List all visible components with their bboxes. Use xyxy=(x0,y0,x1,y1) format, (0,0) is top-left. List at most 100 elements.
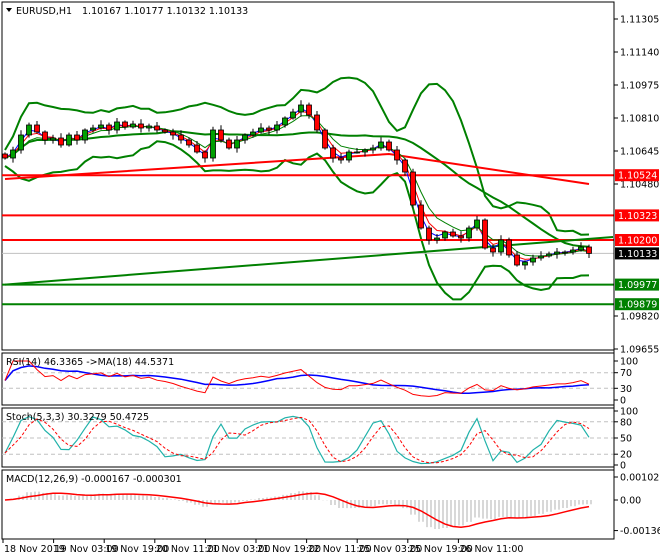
candle xyxy=(146,125,152,129)
level-price-label: 1.10524 xyxy=(618,171,657,182)
candle xyxy=(10,149,16,159)
stochastic-axis-label: 50 xyxy=(620,434,632,445)
price-axis-label: 1.11140 xyxy=(620,48,659,59)
candle xyxy=(202,151,208,159)
candle xyxy=(218,129,224,141)
candle xyxy=(90,127,96,131)
candle xyxy=(234,139,240,149)
rsi-label: RSI(14) 46.3365 ->MA(18) 44.5371 xyxy=(6,357,174,368)
candle xyxy=(442,231,448,239)
trading-chart[interactable]: 1.113051.111401.109751.108101.106451.104… xyxy=(0,0,660,560)
candle xyxy=(178,134,184,141)
candle xyxy=(514,254,520,266)
candle xyxy=(298,104,304,113)
current-price-label: 1.10133 xyxy=(618,249,657,260)
rsi-axis-label: 70 xyxy=(620,368,632,379)
ohlc-values: 1.10167 1.10177 1.10132 1.10133 xyxy=(82,6,248,17)
candle xyxy=(522,261,528,266)
candle xyxy=(466,227,472,239)
candle xyxy=(530,257,536,263)
candle xyxy=(490,247,496,253)
candle xyxy=(562,251,568,254)
candle xyxy=(282,117,288,126)
level-price-label: 1.09879 xyxy=(618,300,657,311)
price-axis-label: 1.10645 xyxy=(620,147,659,158)
stochastic-axis-label: 100 xyxy=(620,407,638,418)
candle xyxy=(130,123,136,128)
candle xyxy=(106,124,112,131)
candle xyxy=(154,125,160,131)
stochastic-axis-label: 0 xyxy=(620,461,626,472)
candle xyxy=(386,141,392,151)
candle xyxy=(186,139,192,146)
candle xyxy=(138,123,144,129)
candle xyxy=(274,124,280,131)
candle xyxy=(570,249,576,253)
price-axis-label: 1.10810 xyxy=(620,114,659,125)
time-axis-label: 26 Nov 11:00 xyxy=(459,544,523,555)
candle xyxy=(50,137,56,141)
macd-axis-label: -0.001365 xyxy=(620,526,660,537)
candle xyxy=(458,235,464,239)
price-axis-label: 1.09655 xyxy=(620,345,659,356)
price-axis-label: 1.10975 xyxy=(620,81,659,92)
macd-label: MACD(12,26,9) -0.000167 -0.000301 xyxy=(6,474,182,485)
symbol-label: EURUSD,H1 xyxy=(16,6,72,17)
candle xyxy=(162,129,168,133)
stochastic-axis-label: 20 xyxy=(620,450,632,461)
candle xyxy=(82,129,88,141)
candle xyxy=(250,131,256,136)
candle xyxy=(114,121,120,131)
candle xyxy=(74,134,80,141)
candle xyxy=(346,151,352,161)
candle xyxy=(434,237,440,241)
candle xyxy=(42,131,48,141)
candle xyxy=(410,171,416,206)
candle xyxy=(210,129,216,159)
candle xyxy=(362,149,368,153)
candle xyxy=(170,131,176,136)
candle xyxy=(314,114,320,131)
candle xyxy=(378,141,384,149)
candle xyxy=(394,149,400,161)
candle xyxy=(578,246,584,251)
candle xyxy=(482,219,488,249)
candle xyxy=(330,147,336,159)
candle xyxy=(402,159,408,173)
candle xyxy=(18,134,24,151)
candle xyxy=(538,255,544,259)
candle xyxy=(258,127,264,133)
candle xyxy=(354,151,360,154)
candle xyxy=(418,204,424,229)
candle xyxy=(554,251,560,255)
candle xyxy=(450,231,456,237)
candle xyxy=(34,124,40,133)
price-axis-label: 1.09820 xyxy=(620,312,659,323)
candle xyxy=(306,104,312,116)
rsi-axis-label: 100 xyxy=(620,357,638,368)
candle xyxy=(122,121,128,128)
candle xyxy=(586,246,592,254)
candle xyxy=(506,239,512,256)
candle xyxy=(58,137,64,146)
candle xyxy=(498,239,504,253)
candle xyxy=(242,134,248,141)
rsi-axis-label: 30 xyxy=(620,384,632,395)
candle xyxy=(98,124,104,129)
stochastic-label: Stoch(5,3,3) 30.3279 50.4725 xyxy=(6,412,149,423)
rsi-axis-label: 0 xyxy=(620,396,626,407)
candle xyxy=(2,153,8,159)
candle xyxy=(194,144,200,153)
candle xyxy=(266,127,272,131)
level-price-label: 1.10323 xyxy=(618,211,657,222)
price-axis-label: 1.11305 xyxy=(620,15,659,26)
macd-axis-label: 0.001027 xyxy=(620,472,660,483)
candle xyxy=(26,124,32,136)
candle xyxy=(226,139,232,149)
level-price-label: 1.09977 xyxy=(618,280,657,291)
candle xyxy=(290,111,296,119)
candle xyxy=(370,147,376,151)
candle xyxy=(66,134,72,146)
candle xyxy=(546,253,552,257)
candle xyxy=(426,227,432,241)
